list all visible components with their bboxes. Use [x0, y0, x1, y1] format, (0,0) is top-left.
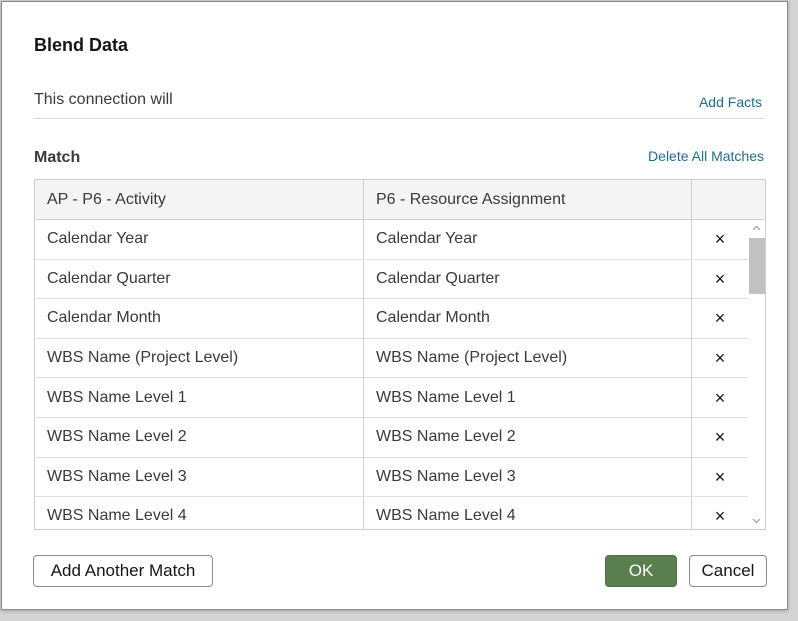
- right-column-cell: Calendar Month: [364, 299, 692, 338]
- close-icon[interactable]: ×: [715, 507, 726, 525]
- left-column-cell: WBS Name Level 2: [35, 417, 364, 457]
- scrollbar-thumb[interactable]: [749, 238, 765, 294]
- column-header-actions: [692, 180, 765, 219]
- close-icon[interactable]: ×: [715, 309, 726, 327]
- table-row: WBS Name Level 3 WBS Name Level 3 ×: [35, 457, 748, 498]
- column-header-right: P6 - Resource Assignment: [364, 180, 692, 219]
- table-row: WBS Name Level 1 WBS Name Level 1 ×: [35, 378, 748, 418]
- remove-match-cell: ×: [692, 339, 748, 378]
- left-column-cell: WBS Name Level 1: [35, 378, 364, 417]
- dialog-title: Blend Data: [34, 35, 129, 55]
- table-row: Calendar Month Calendar Month ×: [35, 299, 748, 339]
- table-header: AP - P6 - Activity P6 - Resource Assignm…: [35, 180, 765, 220]
- right-column-cell: Calendar Year: [364, 220, 692, 259]
- table-row: WBS Name Level 4 WBS Name Level 4 ×: [35, 497, 748, 529]
- left-column-cell: WBS Name (Project Level): [35, 338, 364, 378]
- close-icon[interactable]: ×: [715, 428, 726, 446]
- close-icon[interactable]: ×: [715, 270, 726, 288]
- chevron-up-icon[interactable]: [748, 220, 765, 236]
- left-column-cell: Calendar Quarter: [35, 259, 364, 299]
- right-column-cell: WBS Name Level 3: [364, 457, 692, 497]
- remove-match-cell: ×: [692, 458, 748, 497]
- remove-match-cell: ×: [692, 260, 748, 299]
- table-row: Calendar Year Calendar Year ×: [35, 220, 748, 260]
- remove-match-cell: ×: [692, 378, 748, 417]
- left-column-cell: Calendar Year: [35, 220, 364, 259]
- match-table: AP - P6 - Activity P6 - Resource Assignm…: [34, 179, 766, 530]
- connection-row: This connection will Add Facts: [34, 90, 765, 119]
- add-another-match-button[interactable]: Add Another Match: [33, 555, 213, 587]
- close-icon[interactable]: ×: [715, 389, 726, 407]
- connection-text: This connection will: [34, 91, 173, 108]
- close-icon[interactable]: ×: [715, 468, 726, 486]
- table-row: WBS Name Level 2 WBS Name Level 2 ×: [35, 417, 748, 458]
- table-scrollbar[interactable]: [748, 220, 765, 529]
- add-facts-link[interactable]: Add Facts: [699, 94, 762, 110]
- table-body: Calendar Year Calendar Year × Calendar Q…: [35, 220, 748, 529]
- remove-match-cell: ×: [692, 220, 748, 259]
- ok-button[interactable]: OK: [605, 555, 677, 587]
- right-column-cell: WBS Name Level 4: [364, 497, 692, 529]
- column-header-left: AP - P6 - Activity: [35, 180, 364, 219]
- left-column-cell: WBS Name Level 3: [35, 457, 364, 497]
- right-column-cell: Calendar Quarter: [364, 259, 692, 299]
- table-row: Calendar Quarter Calendar Quarter ×: [35, 259, 748, 300]
- right-column-cell: WBS Name Level 1: [364, 378, 692, 417]
- chevron-down-icon[interactable]: [748, 513, 765, 529]
- remove-match-cell: ×: [692, 299, 748, 338]
- close-icon[interactable]: ×: [715, 230, 726, 248]
- left-column-cell: Calendar Month: [35, 299, 364, 338]
- match-heading: Match: [34, 149, 81, 166]
- blend-data-dialog: Blend Data This connection will Add Fact…: [1, 1, 788, 610]
- right-column-cell: WBS Name (Project Level): [364, 338, 692, 378]
- left-column-cell: WBS Name Level 4: [35, 497, 364, 529]
- right-column-cell: WBS Name Level 2: [364, 417, 692, 457]
- cancel-button[interactable]: Cancel: [689, 555, 767, 587]
- remove-match-cell: ×: [692, 418, 748, 457]
- close-icon[interactable]: ×: [715, 349, 726, 367]
- table-row: WBS Name (Project Level) WBS Name (Proje…: [35, 338, 748, 379]
- delete-all-matches-link[interactable]: Delete All Matches: [648, 148, 764, 164]
- remove-match-cell: ×: [692, 497, 748, 529]
